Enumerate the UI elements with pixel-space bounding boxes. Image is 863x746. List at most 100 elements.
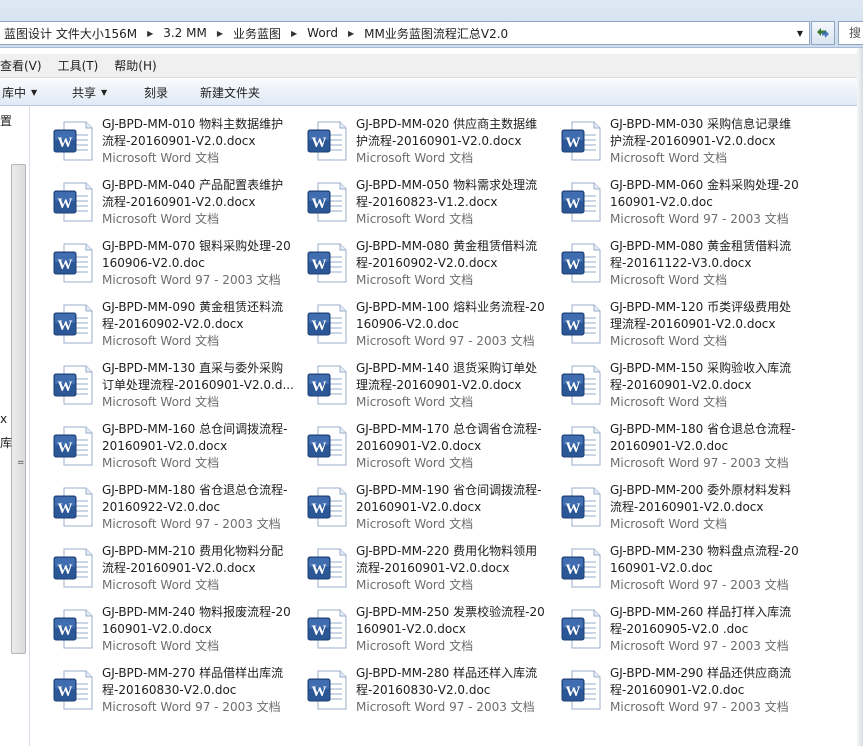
file-item[interactable]: W GJ-BPD-MM-040 产品配置表维护流程-20160901-V2.0.… <box>46 174 296 232</box>
svg-text:W: W <box>566 257 581 273</box>
new-folder-button[interactable]: 新建文件夹 <box>198 81 262 103</box>
file-item[interactable]: W GJ-BPD-MM-010 物料主数据维护流程-20160901-V2.0.… <box>46 113 296 171</box>
file-type: Microsoft Word 97 - 2003 文档 <box>610 456 789 470</box>
breadcrumb-item[interactable]: 3.2 MM <box>159 22 211 44</box>
file-name: GJ-BPD-MM-290 样品还供应商流程-20160901-V2.0.doc <box>610 666 792 697</box>
file-item[interactable]: W GJ-BPD-MM-240 物料报废流程-20160901-V2.0.doc… <box>46 601 296 659</box>
svg-text:W: W <box>566 196 581 212</box>
refresh-button[interactable] <box>811 21 835 45</box>
word-document-icon: W <box>561 182 601 222</box>
file-item[interactable]: W GJ-BPD-MM-020 供应商主数据维护流程-20160901-V2.0… <box>300 113 550 171</box>
svg-text:W: W <box>312 684 327 700</box>
file-item[interactable]: W GJ-BPD-MM-070 银料采购处理-20160906-V2.0.doc… <box>46 235 296 293</box>
nav-item[interactable]: 置 <box>0 112 12 129</box>
file-name: GJ-BPD-MM-270 样品借样出库流程-20160830-V2.0.doc <box>102 666 284 697</box>
file-item[interactable]: W GJ-BPD-MM-140 退货采购订单处理流程-20160901-V2.0… <box>300 357 550 415</box>
burn-button[interactable]: 刻录 <box>142 81 170 103</box>
breadcrumb-item[interactable]: 蓝图设计 文件大小156M <box>0 22 141 44</box>
file-item[interactable]: W GJ-BPD-MM-170 总仓调省仓流程-20160901-V2.0.do… <box>300 418 550 476</box>
svg-text:W: W <box>312 623 327 639</box>
explorer-window: 蓝图设计 文件大小156M ▶ 3.2 MM ▶ 业务蓝图 ▶ Word ▶ M… <box>0 0 863 746</box>
word-document-icon: W <box>307 182 347 222</box>
file-item[interactable]: W GJ-BPD-MM-260 样品打样入库流程-20160905-V2.0 .… <box>554 601 804 659</box>
file-item[interactable]: W GJ-BPD-MM-290 样品还供应商流程-20160901-V2.0.d… <box>554 662 804 720</box>
file-item[interactable]: W GJ-BPD-MM-210 费用化物料分配流程-20160901-V2.0.… <box>46 540 296 598</box>
file-item[interactable]: W GJ-BPD-MM-270 样品借样出库流程-20160830-V2.0.d… <box>46 662 296 720</box>
file-name: GJ-BPD-MM-050 物料需求处理流程-20160823-V1.2.doc… <box>356 178 538 209</box>
chevron-down-icon[interactable]: ▼ <box>793 25 807 41</box>
word-document-icon: W <box>561 121 601 161</box>
file-item[interactable]: W GJ-BPD-MM-100 熔料业务流程-20160906-V2.0.doc… <box>300 296 550 354</box>
menu-view[interactable]: 查看(V) <box>0 57 50 74</box>
svg-text:W: W <box>312 135 327 151</box>
breadcrumb-separator-icon[interactable]: ▶ <box>342 29 360 38</box>
file-item[interactable]: W GJ-BPD-MM-180 省仓退总仓流程-20160901-V2.0.do… <box>554 418 804 476</box>
file-name: GJ-BPD-MM-090 黄金租赁还料流程-20160902-V2.0.doc… <box>102 300 284 331</box>
breadcrumb-item[interactable]: Word <box>303 22 342 44</box>
nav-scrollbar[interactable] <box>11 164 26 654</box>
nav-item[interactable]: x <box>0 412 7 426</box>
file-item[interactable]: W GJ-BPD-MM-130 直采与委外采购订单处理流程-20160901-V… <box>46 357 296 415</box>
file-name: GJ-BPD-MM-240 物料报废流程-20160901-V2.0.docx <box>102 605 291 636</box>
file-item[interactable]: W GJ-BPD-MM-030 采购信息记录维护流程-20160901-V2.0… <box>554 113 804 171</box>
file-item[interactable]: W GJ-BPD-MM-060 金料采购处理-20160901-V2.0.doc… <box>554 174 804 232</box>
file-item[interactable]: W GJ-BPD-MM-080 黄金租赁借料流程-20160902-V2.0.d… <box>300 235 550 293</box>
svg-text:W: W <box>312 562 327 578</box>
file-type: Microsoft Word 97 - 2003 文档 <box>102 273 281 287</box>
file-type: Microsoft Word 97 - 2003 文档 <box>610 700 789 714</box>
word-document-icon: W <box>307 365 347 405</box>
svg-text:W: W <box>312 501 327 517</box>
file-name: GJ-BPD-MM-130 直采与委外采购订单处理流程-20160901-V2.… <box>102 361 294 392</box>
word-document-icon: W <box>561 487 601 527</box>
nav-item[interactable]: 库 <box>0 434 12 451</box>
file-item[interactable]: W GJ-BPD-MM-090 黄金租赁还料流程-20160902-V2.0.d… <box>46 296 296 354</box>
file-name: GJ-BPD-MM-010 物料主数据维护流程-20160901-V2.0.do… <box>102 117 284 148</box>
file-item[interactable]: W GJ-BPD-MM-200 委外原材料发料流程-20160901-V2.0.… <box>554 479 804 537</box>
word-document-icon: W <box>53 365 93 405</box>
file-type: Microsoft Word 文档 <box>610 273 728 287</box>
word-document-icon: W <box>561 609 601 649</box>
file-type: Microsoft Word 文档 <box>356 212 474 226</box>
file-item[interactable]: W GJ-BPD-MM-160 总仓间调拨流程-20160901-V2.0.do… <box>46 418 296 476</box>
svg-text:W: W <box>566 623 581 639</box>
file-item[interactable]: W GJ-BPD-MM-230 物料盘点流程-20160901-V2.0.doc… <box>554 540 804 598</box>
file-type: Microsoft Word 文档 <box>102 578 220 592</box>
file-name: GJ-BPD-MM-080 黄金租赁借料流程-20160902-V2.0.doc… <box>356 239 538 270</box>
svg-text:W: W <box>566 135 581 151</box>
breadcrumb-separator-icon[interactable]: ▶ <box>141 29 159 38</box>
menu-help[interactable]: 帮助(H) <box>114 57 164 74</box>
file-item[interactable]: W GJ-BPD-MM-250 发票校验流程-20160901-V2.0.doc… <box>300 601 550 659</box>
file-name: GJ-BPD-MM-180 省仓退总仓流程-20160922-V2.0.doc <box>102 483 288 514</box>
breadcrumb-separator-icon[interactable]: ▶ <box>211 29 229 38</box>
file-item[interactable]: W GJ-BPD-MM-080 黄金租赁借料流程-20161122-V3.0.d… <box>554 235 804 293</box>
svg-text:W: W <box>58 196 73 212</box>
file-item[interactable]: W GJ-BPD-MM-190 省仓间调拨流程-20160901-V2.0.do… <box>300 479 550 537</box>
file-name: GJ-BPD-MM-170 总仓调省仓流程-20160901-V2.0.docx <box>356 422 542 453</box>
file-item[interactable]: W GJ-BPD-MM-050 物料需求处理流程-20160823-V1.2.d… <box>300 174 550 232</box>
file-type: Microsoft Word 97 - 2003 文档 <box>610 578 789 592</box>
file-item[interactable]: W GJ-BPD-MM-150 采购验收入库流程-20160901-V2.0.d… <box>554 357 804 415</box>
breadcrumb-item[interactable]: 业务蓝图 <box>229 22 285 44</box>
svg-text:W: W <box>58 257 73 273</box>
breadcrumb-item[interactable]: MM业务蓝图流程汇总V2.0 <box>360 22 512 44</box>
file-item[interactable]: W GJ-BPD-MM-220 费用化物料领用流程-20160901-V2.0.… <box>300 540 550 598</box>
file-name: GJ-BPD-MM-120 币类评级费用处理流程-20160901-V2.0.d… <box>610 300 792 331</box>
file-name: GJ-BPD-MM-150 采购验收入库流程-20160901-V2.0.doc… <box>610 361 792 392</box>
file-name: GJ-BPD-MM-230 物料盘点流程-20160901-V2.0.doc <box>610 544 799 575</box>
share-button[interactable]: 共享 ▼ <box>70 81 134 103</box>
file-item[interactable]: W GJ-BPD-MM-280 样品还样入库流程-20160830-V2.0.d… <box>300 662 550 720</box>
file-item[interactable]: W GJ-BPD-MM-180 省仓退总仓流程-20160922-V2.0.do… <box>46 479 296 537</box>
breadcrumb-separator-icon[interactable]: ▶ <box>285 29 303 38</box>
file-type: Microsoft Word 文档 <box>356 639 474 653</box>
file-name: GJ-BPD-MM-040 产品配置表维护流程-20160901-V2.0.do… <box>102 178 284 209</box>
file-type: Microsoft Word 97 - 2003 文档 <box>102 700 281 714</box>
svg-text:W: W <box>566 501 581 517</box>
file-type: Microsoft Word 文档 <box>610 395 728 409</box>
search-input[interactable]: 搜 <box>838 21 863 45</box>
include-in-library-button[interactable]: 库中 ▼ <box>0 81 58 103</box>
file-name: GJ-BPD-MM-060 金料采购处理-20160901-V2.0.doc <box>610 178 799 209</box>
menu-tools[interactable]: 工具(T) <box>58 57 107 74</box>
file-type: Microsoft Word 文档 <box>356 273 474 287</box>
file-item[interactable]: W GJ-BPD-MM-120 币类评级费用处理流程-20160901-V2.0… <box>554 296 804 354</box>
address-bar[interactable]: 蓝图设计 文件大小156M ▶ 3.2 MM ▶ 业务蓝图 ▶ Word ▶ M… <box>0 21 810 45</box>
